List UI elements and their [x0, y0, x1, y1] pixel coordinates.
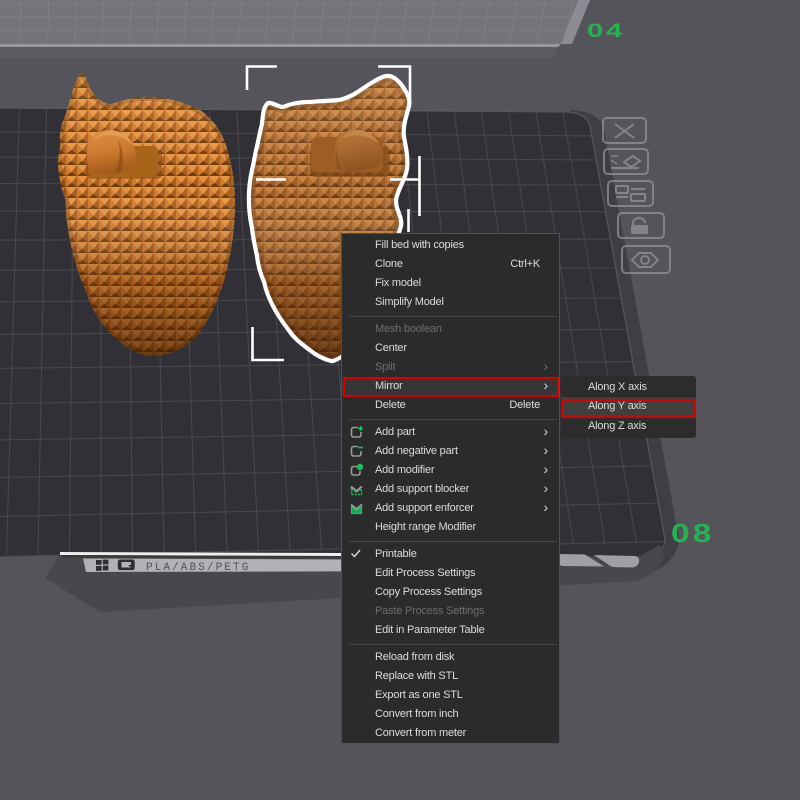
- svg-text:08: 08: [671, 519, 714, 548]
- svg-text:PLA/ABS/PETG: PLA/ABS/PETG: [146, 562, 250, 574]
- svg-text:04: 04: [587, 21, 625, 42]
